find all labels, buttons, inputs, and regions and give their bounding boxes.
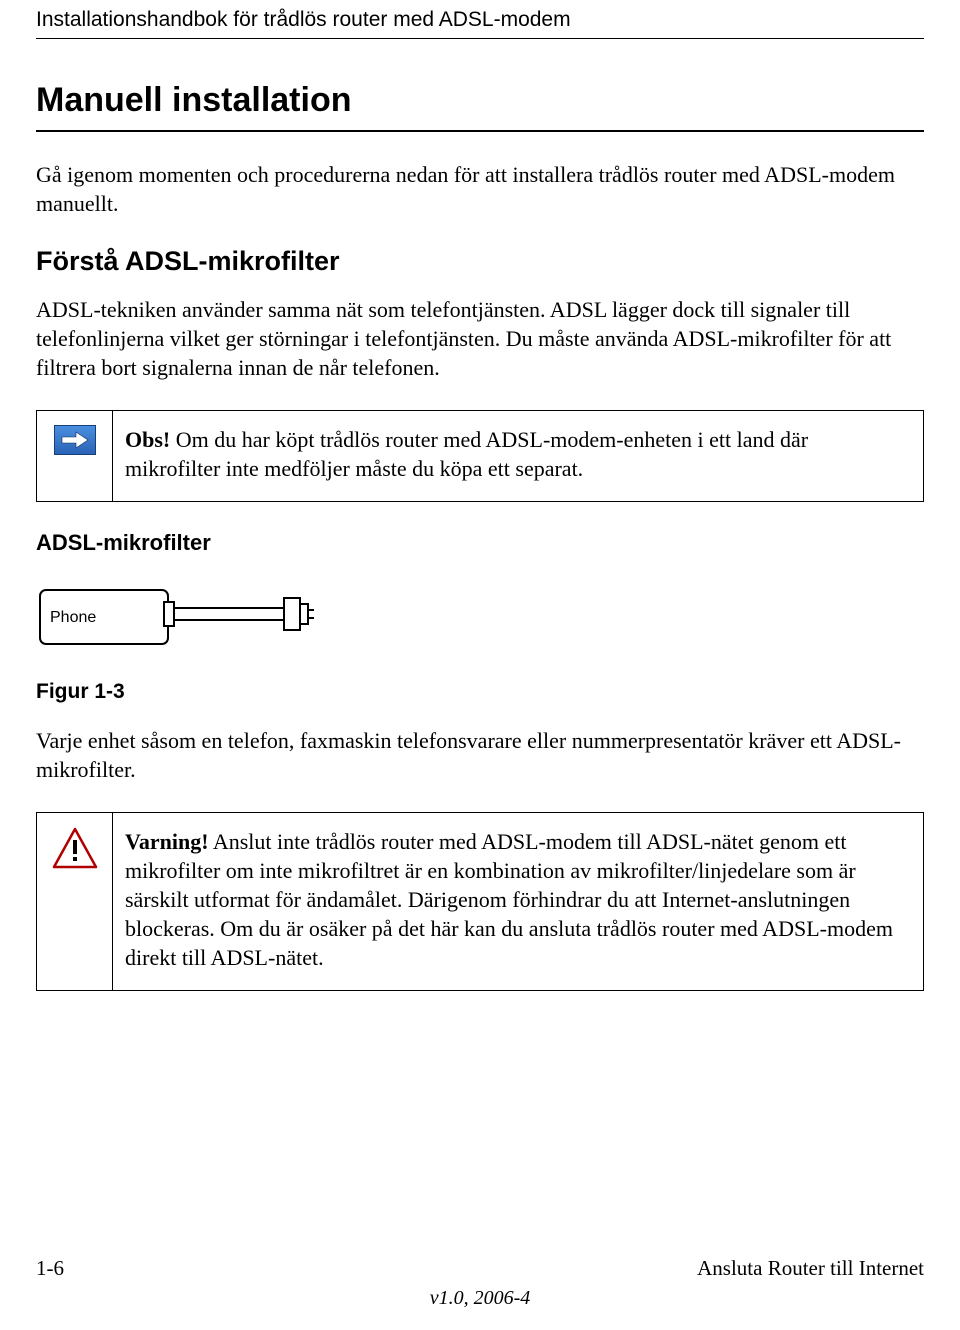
page-number: 1-6 [36, 1256, 64, 1281]
footer-line: 1-6 Ansluta Router till Internet [36, 1256, 924, 1281]
note-lead: Obs! [125, 427, 170, 452]
running-header: Installationshandbok för trådlös router … [36, 0, 924, 39]
body-paragraph-1: ADSL-tekniken använder samma nät som tel… [36, 295, 924, 382]
intro-paragraph: Gå igenom momenten och procedurerna neda… [36, 160, 924, 218]
arrow-right-icon [54, 425, 96, 455]
warning-icon-cell [37, 813, 113, 990]
note-callout: Obs! Om du har köpt trådlös router med A… [36, 410, 924, 502]
filter-phone-label: Phone [50, 609, 96, 626]
footer-section: Ansluta Router till Internet [697, 1256, 924, 1281]
figure-filter: Phone Figur 1-3 [36, 582, 924, 704]
warning-body: Varning! Anslut inte trådlös router med … [113, 813, 923, 990]
note-icon-cell [37, 411, 113, 501]
warning-lead: Varning! [125, 829, 209, 854]
section-heading: Förstå ADSL-mikrofilter [36, 246, 924, 277]
warning-triangle-icon [52, 827, 98, 869]
warning-callout: Varning! Anslut inte trådlös router med … [36, 812, 924, 991]
title-rule [36, 130, 924, 132]
microfilter-diagram-icon: Phone [36, 582, 326, 652]
note-body: Obs! Om du har köpt trådlös router med A… [113, 411, 923, 501]
body-paragraph-2: Varje enhet såsom en telefon, faxmaskin … [36, 726, 924, 784]
page-footer: 1-6 Ansluta Router till Internet v1.0, 2… [36, 1256, 924, 1310]
page: Installationshandbok för trådlös router … [0, 0, 960, 1330]
subsection-heading: ADSL-mikrofilter [36, 530, 924, 556]
footer-version: v1.0, 2006-4 [36, 1287, 924, 1310]
note-text: Om du har köpt trådlös router med ADSL-m… [125, 427, 808, 481]
page-title: Manuell installation [36, 81, 924, 120]
figure-caption: Figur 1-3 [36, 680, 924, 704]
warning-text: Anslut inte trådlös router med ADSL-mode… [125, 829, 893, 970]
